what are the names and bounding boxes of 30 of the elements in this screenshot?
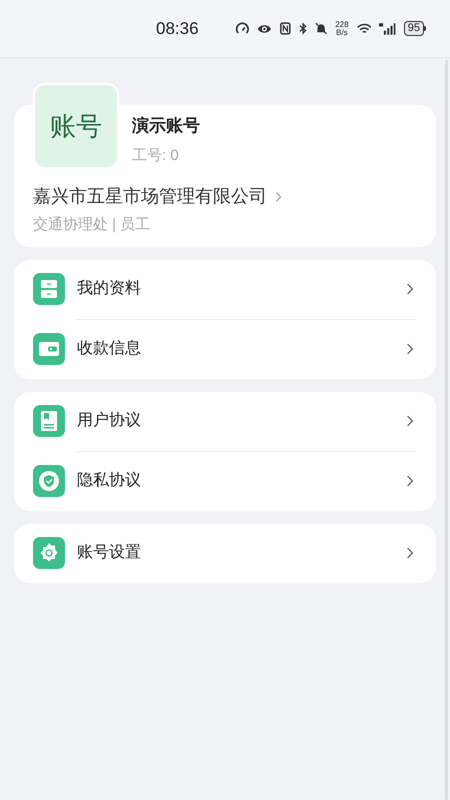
company-link[interactable]: 嘉兴市五星市场管理有限公司 (33, 183, 282, 210)
drawer-icon (33, 273, 65, 305)
chevron-right-icon (406, 414, 414, 428)
gear-icon (33, 537, 65, 569)
employee-id: 工号: 0 (132, 146, 180, 166)
signal-icon (379, 22, 396, 36)
account-name: 演示账号 (132, 115, 200, 137)
avatar: 账号 (33, 83, 119, 169)
menu-item[interactable]: 收款信息 (14, 320, 436, 378)
shield-icon (33, 465, 65, 497)
wallet-icon (33, 333, 65, 365)
battery-indicator: 95 (404, 21, 426, 36)
menu-item[interactable]: 用户协议 (14, 392, 436, 450)
chevron-right-icon (275, 190, 282, 202)
network-speed-value: 228 (335, 20, 349, 28)
menu-item[interactable]: 账号设置 (14, 524, 436, 582)
chevron-right-icon (406, 474, 414, 488)
menu-item[interactable]: 隐私协议 (14, 452, 436, 510)
department-role: 交通协理处 | 员工 (33, 215, 152, 235)
network-speed-unit: B/s (336, 28, 348, 36)
chevron-right-icon (406, 282, 414, 296)
document-icon (33, 405, 65, 437)
chevron-right-icon (406, 546, 414, 560)
menu-item[interactable]: 我的资料 (14, 260, 436, 318)
bluetooth-icon (298, 21, 307, 36)
clock-time: 08:36 (156, 18, 199, 40)
wifi-icon (356, 22, 372, 36)
muted-bell-icon (314, 21, 328, 36)
nfc-icon (280, 21, 291, 36)
chevron-right-icon (406, 342, 414, 356)
